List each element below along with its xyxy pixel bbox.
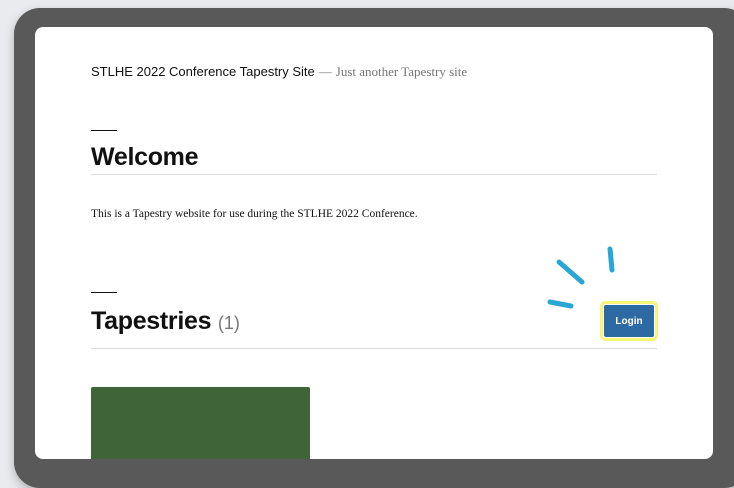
- title-divider: [91, 174, 657, 175]
- page-title: Welcome: [91, 143, 199, 171]
- site-header: STLHE 2022 Conference Tapestry Site — Just…: [91, 63, 467, 81]
- tapestry-card-thumbnail[interactable]: [91, 387, 310, 459]
- site-title[interactable]: STLHE 2022 Conference Tapestry Site: [91, 64, 315, 79]
- tapestries-count: (1): [217, 313, 240, 333]
- site-title-separator: —: [318, 64, 332, 79]
- browser-screen: STLHE 2022 Conference Tapestry Site — Just…: [35, 27, 713, 459]
- site-description: Just another Tapestry site: [335, 64, 468, 79]
- section-accent-rule: [91, 292, 117, 293]
- burst-ray-middle: [556, 259, 585, 285]
- tapestries-heading-label: Tapestries: [91, 307, 212, 335]
- heading-accent-rule: [91, 130, 117, 131]
- login-button[interactable]: Login: [604, 305, 654, 337]
- section-divider: [91, 348, 657, 349]
- burst-ray-top: [607, 246, 615, 273]
- intro-text: This is a Tapestry website for use durin…: [91, 208, 418, 220]
- tapestries-heading: Tapestries (1): [91, 307, 240, 336]
- burst-ray-bottom: [547, 299, 574, 309]
